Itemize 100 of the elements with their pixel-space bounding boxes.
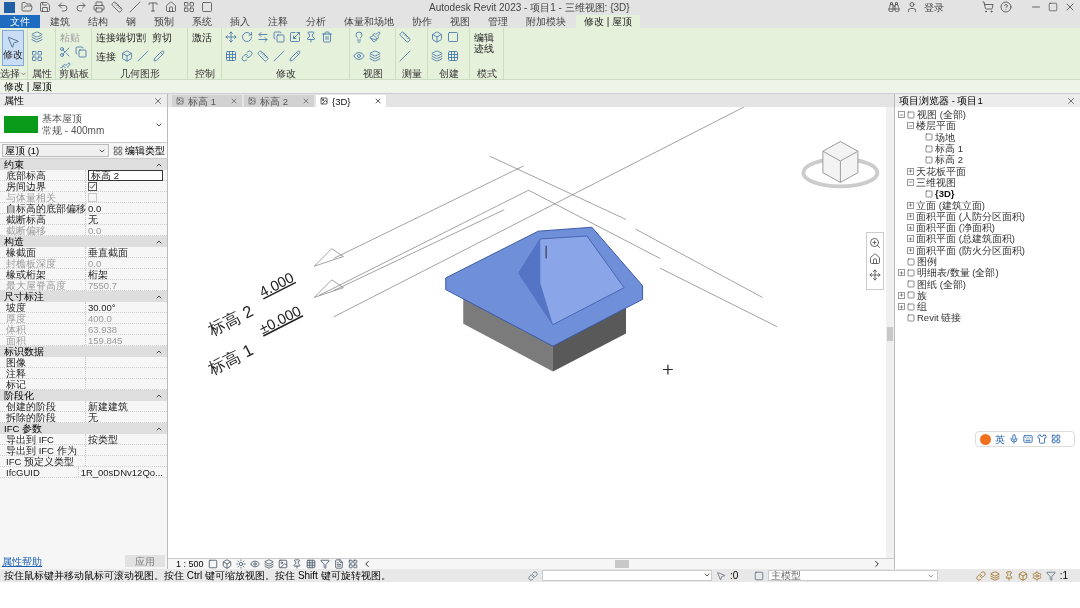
type-properties-icon[interactable] — [31, 31, 43, 43]
quick-access-icon[interactable] — [111, 1, 123, 13]
cut-icon[interactable] — [59, 46, 71, 58]
expand-icon[interactable] — [907, 235, 914, 243]
selection-option-icon[interactable] — [989, 570, 1000, 581]
ime-tool-icon[interactable] — [1009, 434, 1019, 444]
array-icon[interactable] — [225, 50, 237, 62]
ribbon-tab[interactable]: 协作 — [404, 15, 440, 28]
expand-icon[interactable] — [898, 291, 905, 299]
scale-icon[interactable] — [289, 31, 301, 43]
user-icon[interactable] — [906, 1, 918, 13]
pencil-icon[interactable] — [153, 49, 165, 62]
tree-item[interactable]: 组 — [917, 301, 927, 313]
ribbon-tab[interactable]: 结构 — [80, 15, 116, 28]
expand-icon[interactable] — [907, 246, 914, 254]
app-logo-icon[interactable] — [4, 1, 15, 13]
tree-item[interactable]: 楼层平面 — [916, 120, 956, 132]
ime-tool-icon[interactable] — [1037, 434, 1047, 444]
ribbon-button[interactable]: 激活 — [190, 30, 214, 43]
assembly-icon[interactable] — [447, 50, 459, 62]
view-scale[interactable]: 1 : 500 — [176, 559, 204, 569]
tree-item[interactable]: 场地 — [935, 131, 955, 143]
ribbon-tab[interactable]: 分析 — [298, 15, 334, 28]
ribbon-tab[interactable]: 体量和场地 — [336, 15, 402, 28]
ribbon-tab[interactable]: 建筑 — [42, 15, 78, 28]
expand-icon[interactable] — [907, 167, 914, 175]
tree-item[interactable]: 三维视图 — [916, 176, 956, 188]
component-icon[interactable] — [431, 31, 443, 43]
tree-item[interactable]: 图纸 (全部) — [917, 278, 966, 290]
ribbon-tab[interactable]: 插入 — [222, 15, 258, 28]
quick-access-icon[interactable] — [39, 1, 51, 13]
tree-item[interactable]: 面积平面 (人防分区面积) — [916, 210, 1025, 222]
close-icon[interactable] — [1064, 1, 1076, 13]
selection-option-icon[interactable] — [1017, 570, 1028, 581]
ribbon-tab[interactable]: 附加模块 — [518, 15, 574, 28]
instance-filter[interactable]: 屋顶 (1) — [2, 144, 109, 157]
file-menu-button[interactable]: 文件 — [0, 15, 40, 28]
tree-item[interactable]: {3D} — [935, 188, 955, 200]
ime-tool-icon[interactable] — [1051, 434, 1061, 444]
design-option-field[interactable] — [542, 570, 712, 581]
quick-access-icon[interactable] — [93, 1, 105, 13]
group-icon[interactable] — [447, 31, 459, 43]
close-icon[interactable] — [1066, 95, 1076, 106]
view-cube[interactable] — [801, 141, 880, 189]
quick-access-icon[interactable] — [165, 1, 177, 13]
close-icon[interactable] — [230, 97, 238, 105]
tree-item[interactable]: 面积平面 (净面积) — [916, 222, 995, 234]
navigation-bar[interactable] — [866, 232, 884, 290]
value-field[interactable]: 标高 2 — [88, 169, 163, 181]
quick-access-icon[interactable] — [183, 1, 195, 13]
copy-icon[interactable] — [273, 31, 285, 43]
close-icon[interactable] — [153, 95, 163, 106]
quick-access-icon[interactable] — [57, 1, 69, 13]
view-tab[interactable]: 标高 1 — [172, 95, 242, 107]
view-control-icon[interactable] — [263, 559, 274, 569]
tree-item[interactable]: Revit 链接 — [917, 312, 962, 324]
view-control-icon[interactable] — [305, 559, 316, 569]
link-icon[interactable] — [241, 50, 253, 62]
quick-access-icon[interactable] — [129, 1, 141, 13]
tree-item[interactable]: 天花板平面 — [916, 165, 966, 177]
collapse-icon[interactable] — [907, 122, 914, 130]
quick-access-icon[interactable] — [21, 1, 33, 13]
move-icon[interactable] — [225, 31, 237, 43]
expand-icon[interactable] — [907, 224, 914, 232]
offset-icon[interactable] — [289, 50, 301, 62]
tree-item[interactable]: 面积平面 (总建筑面积) — [916, 233, 1015, 245]
scrollbar-thumb[interactable] — [887, 327, 893, 341]
collapse-icon[interactable] — [898, 111, 905, 119]
ribbon-button[interactable]: 连接端切割 — [94, 30, 148, 43]
view-control-icon[interactable] — [221, 559, 232, 569]
collapse-icon[interactable] — [907, 178, 914, 186]
align-icon[interactable] — [257, 50, 269, 62]
layers-icon[interactable] — [369, 50, 381, 62]
ribbon-button[interactable]: 编辑迹线 — [472, 30, 496, 54]
view-control-icon[interactable] — [319, 559, 330, 569]
workset-field[interactable]: 主模型 — [768, 570, 939, 581]
expand-icon[interactable] — [907, 201, 914, 209]
tree-item[interactable]: 面积平面 (防火分区面积) — [916, 244, 1025, 256]
ribbon-tab[interactable]: 视图 — [442, 15, 478, 28]
input-method-bar[interactable]: 英 — [975, 431, 1075, 447]
input-mode[interactable]: 英 — [995, 433, 1005, 445]
view-control-icon[interactable] — [291, 559, 302, 569]
model-icon[interactable] — [754, 570, 765, 581]
ribbon-tab[interactable]: 修改 | 屋顶 — [576, 15, 641, 28]
tree-item[interactable]: 图例 — [917, 256, 937, 267]
sign-in-link[interactable]: 登录 — [924, 1, 944, 13]
copy-icon[interactable] — [75, 46, 87, 58]
ime-tool-icon[interactable] — [1023, 434, 1033, 444]
ribbon-tab[interactable]: 钢 — [118, 15, 144, 28]
expand-icon[interactable] — [898, 269, 905, 277]
scroll-right-icon[interactable] — [872, 559, 882, 569]
brush-icon[interactable] — [369, 31, 381, 43]
pin-icon[interactable] — [305, 31, 317, 43]
view-control-icon[interactable] — [333, 559, 344, 569]
expand-icon[interactable] — [898, 303, 905, 311]
ribbon-tab[interactable]: 系统 — [184, 15, 220, 28]
measure-icon[interactable] — [399, 31, 411, 43]
view-control-icon[interactable] — [207, 559, 218, 569]
tree-item[interactable]: 标高 2 — [935, 154, 963, 166]
help-icon[interactable] — [1000, 1, 1012, 13]
